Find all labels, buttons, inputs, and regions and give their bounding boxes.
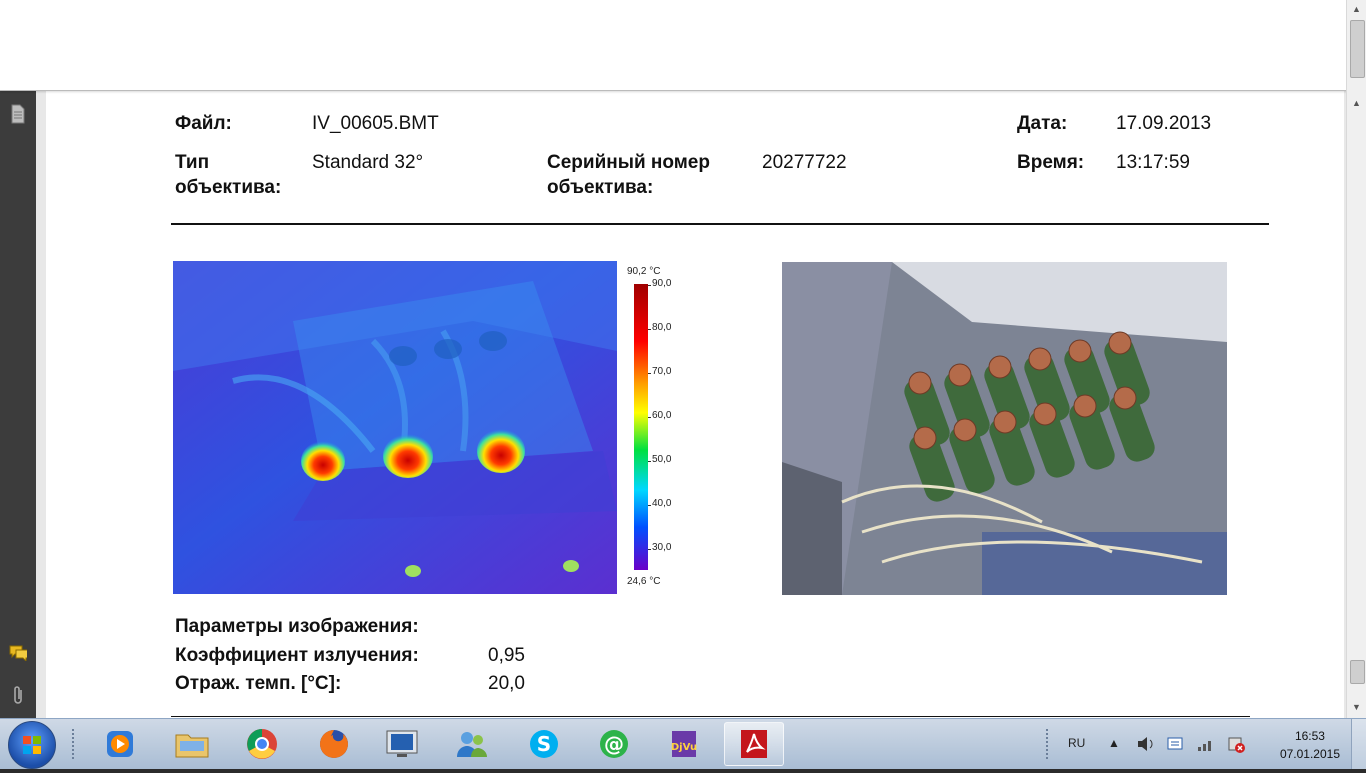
taskbar-grip bbox=[72, 729, 80, 759]
monitor-icon bbox=[386, 730, 418, 757]
header-divider bbox=[171, 223, 1269, 225]
scale-max-label: 90,2 °C bbox=[627, 266, 661, 277]
chrome-icon bbox=[247, 729, 277, 759]
lens-serial-label: Серийный номер объектива: bbox=[547, 152, 710, 198]
people-icon bbox=[457, 732, 487, 757]
scale-tick-mark bbox=[648, 285, 651, 286]
scroll-up-button[interactable]: ▲ bbox=[1349, 2, 1364, 16]
explorer-button[interactable] bbox=[162, 722, 222, 766]
language-indicator[interactable]: RU bbox=[1068, 736, 1085, 750]
scroll-up-button-2[interactable]: ▲ bbox=[1349, 96, 1364, 110]
at-sign-icon: @ bbox=[600, 730, 628, 758]
scale-tick-label: 30,0 bbox=[652, 542, 672, 553]
lens-type-label: Тип объектива: bbox=[175, 152, 282, 198]
taskbar: S @ DjVu RU ▲ 16:53 07.01.2015 bbox=[0, 718, 1366, 769]
capacitor-terminal bbox=[908, 371, 932, 395]
scale-tick-label: 90,0 bbox=[652, 278, 672, 289]
date-value: 17.09.2013 bbox=[1116, 113, 1212, 134]
capacitor-terminal bbox=[1108, 331, 1132, 355]
start-button[interactable] bbox=[8, 721, 56, 769]
windows-logo-icon bbox=[23, 736, 41, 754]
toolbar-overlay bbox=[0, 0, 1352, 91]
emissivity-value: 0,95 bbox=[488, 645, 525, 666]
attachments-icon[interactable] bbox=[9, 686, 27, 706]
footer-divider bbox=[171, 716, 1250, 717]
capacitor-terminal bbox=[1033, 402, 1057, 426]
djvu-icon: DjVu bbox=[671, 731, 697, 757]
clock-date: 07.01.2015 bbox=[1279, 747, 1340, 761]
svg-text:DjVu: DjVu bbox=[671, 742, 697, 753]
emissivity-label: Коэффициент излучения: bbox=[175, 645, 419, 666]
capacitor-terminal bbox=[953, 418, 977, 442]
capacitor-terminal bbox=[1073, 394, 1097, 418]
scroll-thumb-2[interactable] bbox=[1350, 660, 1365, 684]
scale-tick-label: 70,0 bbox=[652, 366, 672, 377]
folder-icon bbox=[175, 734, 209, 758]
capacitor-terminal bbox=[1113, 386, 1137, 410]
volume-icon[interactable] bbox=[1136, 735, 1156, 753]
svg-text:@: @ bbox=[604, 732, 624, 756]
capacitor-terminal bbox=[913, 426, 937, 450]
power-warning-icon[interactable] bbox=[1226, 735, 1246, 753]
date-label: Дата: bbox=[1017, 113, 1068, 134]
tray-grip bbox=[1046, 729, 1054, 759]
thermal-image bbox=[173, 261, 617, 594]
firefox-icon bbox=[320, 730, 348, 758]
skype-icon: S bbox=[530, 730, 558, 758]
params-title: Параметры изображения: bbox=[175, 616, 419, 637]
file-value: IV_00605.BMT bbox=[312, 113, 439, 134]
capacitor-terminal bbox=[993, 410, 1017, 434]
time-label: Время: bbox=[1017, 152, 1085, 173]
scroll-thumb[interactable] bbox=[1350, 20, 1365, 78]
temperature-scale: 90,2 °C 90,0 80,0 70,0 60,0 50,0 40,0 30,0 24,… bbox=[618, 262, 708, 592]
capacitor-terminal bbox=[1068, 339, 1092, 363]
left-nav-rail bbox=[0, 0, 37, 718]
comments-icon[interactable] bbox=[9, 643, 27, 663]
adobe-reader-button[interactable] bbox=[724, 722, 784, 766]
scale-tick-label: 60,0 bbox=[652, 410, 672, 421]
skype-button[interactable]: S bbox=[514, 722, 574, 766]
network-icon[interactable] bbox=[1196, 735, 1216, 753]
show-hidden-icons-button[interactable]: ▲ bbox=[1108, 736, 1120, 750]
lens-type-value: Standard 32° bbox=[312, 152, 424, 173]
media-player-icon bbox=[107, 731, 133, 757]
file-label: Файл: bbox=[175, 113, 232, 134]
remote-desktop-button[interactable] bbox=[372, 722, 432, 766]
capacitor-terminal bbox=[988, 355, 1012, 379]
svg-text:S: S bbox=[537, 732, 551, 756]
clock-time: 16:53 bbox=[1294, 729, 1325, 743]
show-desktop-button[interactable] bbox=[1351, 719, 1366, 769]
scale-tick-mark bbox=[648, 461, 651, 462]
refl-temp-value: 20,0 bbox=[488, 673, 525, 694]
scale-tick-mark bbox=[648, 373, 651, 374]
messenger-button[interactable] bbox=[442, 722, 502, 766]
scale-tick-label: 40,0 bbox=[652, 498, 672, 509]
scale-tick-label: 50,0 bbox=[652, 454, 672, 465]
scale-min-label: 24,6 °C bbox=[627, 576, 661, 587]
scale-tick-mark bbox=[648, 417, 651, 418]
scale-tick-label: 80,0 bbox=[652, 322, 672, 333]
scale-tick-mark bbox=[648, 505, 651, 506]
vertical-scrollbar[interactable]: ▲ ▲ ▼ bbox=[1346, 0, 1366, 718]
pages-panel-icon[interactable] bbox=[9, 104, 27, 124]
visual-photo bbox=[782, 262, 1227, 595]
chrome-button[interactable] bbox=[232, 722, 292, 766]
djvu-button[interactable]: DjVu bbox=[654, 722, 714, 766]
mail-agent-button[interactable]: @ bbox=[584, 722, 644, 766]
refl-temp-label: Отраж. темп. [°C]: bbox=[175, 673, 342, 694]
scale-tick-mark bbox=[648, 549, 651, 550]
action-center-icon[interactable] bbox=[1166, 735, 1186, 753]
scale-tick-mark bbox=[648, 329, 651, 330]
adobe-reader-icon bbox=[741, 730, 767, 758]
capacitor-terminal bbox=[1028, 347, 1052, 371]
time-value: 13:17:59 bbox=[1116, 152, 1190, 173]
lens-serial-value: 20277722 bbox=[762, 152, 847, 173]
system-clock[interactable]: 16:53 07.01.2015 bbox=[1280, 727, 1340, 763]
firefox-button[interactable] bbox=[304, 722, 364, 766]
capacitor-terminal bbox=[948, 363, 972, 387]
media-player-button[interactable] bbox=[90, 722, 150, 766]
scroll-down-button[interactable]: ▼ bbox=[1349, 700, 1364, 714]
scale-color-bar bbox=[634, 284, 648, 570]
